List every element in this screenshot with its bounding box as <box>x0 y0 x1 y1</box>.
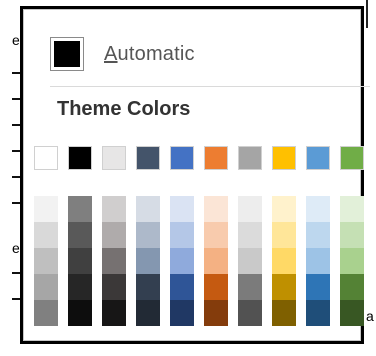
theme-color-shade-blue-gray-5[interactable] <box>136 300 160 326</box>
theme-color-shade-gold-4[interactable] <box>272 274 296 300</box>
theme-color-shade-black-5[interactable] <box>68 300 92 326</box>
theme-color-shade-blue-gray-2[interactable] <box>136 222 160 248</box>
automatic-label: Automatic <box>104 43 195 66</box>
theme-color-shade-green-5[interactable] <box>340 300 364 326</box>
theme-color-shade-light-blue-2[interactable] <box>306 222 330 248</box>
ruler-tick <box>12 202 20 204</box>
popup-panel: Automatic Theme Colors <box>23 9 370 341</box>
theme-color-shade-green-1[interactable] <box>340 196 364 222</box>
theme-color-shade-green-4[interactable] <box>340 274 364 300</box>
theme-color-shade-white-4[interactable] <box>34 274 58 300</box>
theme-color-shade-gray-5[interactable] <box>238 300 262 326</box>
theme-color-shade-column-orange <box>204 196 228 326</box>
ruler-tick <box>12 150 20 152</box>
theme-color-shade-orange-5[interactable] <box>204 300 228 326</box>
automatic-label-rest: utomatic <box>117 42 195 65</box>
theme-color-shade-blue-gray-1[interactable] <box>136 196 160 222</box>
theme-color-shade-blue-1[interactable] <box>170 196 194 222</box>
theme-color-shade-light-gray-3[interactable] <box>102 248 126 274</box>
theme-color-shade-gray-1[interactable] <box>238 196 262 222</box>
ruler-tick <box>12 176 20 178</box>
theme-color-shade-light-gray-2[interactable] <box>102 222 126 248</box>
theme-colors-heading: Theme Colors <box>57 98 191 120</box>
theme-color-swatch-orange[interactable] <box>204 146 228 170</box>
theme-color-shade-light-blue-4[interactable] <box>306 274 330 300</box>
theme-color-shade-column-gold <box>272 196 296 326</box>
theme-color-shade-light-gray-5[interactable] <box>102 300 126 326</box>
theme-color-shade-white-2[interactable] <box>34 222 58 248</box>
theme-color-shade-column-green <box>340 196 364 326</box>
automatic-color-option[interactable]: Automatic <box>50 32 350 76</box>
theme-color-shade-column-black <box>68 196 92 326</box>
theme-color-shade-light-blue-3[interactable] <box>306 248 330 274</box>
automatic-color-swatch[interactable] <box>50 37 84 71</box>
theme-color-swatch-light-blue[interactable] <box>306 146 330 170</box>
document-background-left <box>0 0 20 356</box>
theme-color-shade-orange-1[interactable] <box>204 196 228 222</box>
theme-color-swatch-blue[interactable] <box>170 146 194 170</box>
theme-color-shade-gray-3[interactable] <box>238 248 262 274</box>
theme-color-shade-white-5[interactable] <box>34 300 58 326</box>
theme-color-shade-blue-gray-3[interactable] <box>136 248 160 274</box>
theme-color-shade-column-blue <box>170 196 194 326</box>
theme-color-shade-black-1[interactable] <box>68 196 92 222</box>
theme-color-shade-light-gray-1[interactable] <box>102 196 126 222</box>
menu-divider <box>50 86 370 87</box>
theme-color-shade-green-2[interactable] <box>340 222 364 248</box>
ruler-tick <box>12 272 20 274</box>
theme-color-swatch-light-gray[interactable] <box>102 146 126 170</box>
theme-color-shade-gold-5[interactable] <box>272 300 296 326</box>
theme-color-swatch-blue-gray[interactable] <box>136 146 160 170</box>
theme-color-shade-white-1[interactable] <box>34 196 58 222</box>
theme-color-shade-column-gray <box>238 196 262 326</box>
theme-color-shade-gray-4[interactable] <box>238 274 262 300</box>
ruler-tick <box>12 124 20 126</box>
theme-color-shade-column-blue-gray <box>136 196 160 326</box>
theme-color-shade-gold-2[interactable] <box>272 222 296 248</box>
theme-color-shade-gold-1[interactable] <box>272 196 296 222</box>
theme-color-shade-gray-2[interactable] <box>238 222 262 248</box>
ruler-tick <box>12 98 20 100</box>
theme-color-shade-blue-gray-4[interactable] <box>136 274 160 300</box>
background-divider <box>366 0 368 28</box>
ruler-tick <box>12 72 20 74</box>
theme-color-shade-black-4[interactable] <box>68 274 92 300</box>
theme-color-swatch-gray[interactable] <box>238 146 262 170</box>
theme-color-shade-black-3[interactable] <box>68 248 92 274</box>
theme-color-swatch-white[interactable] <box>34 146 58 170</box>
theme-color-shade-column-white <box>34 196 58 326</box>
theme-color-shade-blue-4[interactable] <box>170 274 194 300</box>
theme-color-swatch-green[interactable] <box>340 146 364 170</box>
theme-color-swatch-gold[interactable] <box>272 146 296 170</box>
background-text-char: e <box>12 32 20 48</box>
background-text-char: a <box>366 308 374 324</box>
theme-color-shade-orange-2[interactable] <box>204 222 228 248</box>
theme-color-shade-gold-3[interactable] <box>272 248 296 274</box>
automatic-label-accelerator: A <box>104 42 118 65</box>
theme-color-shade-orange-3[interactable] <box>204 248 228 274</box>
theme-color-shade-black-2[interactable] <box>68 222 92 248</box>
document-background-right <box>364 0 376 356</box>
background-text-char: e <box>12 240 20 256</box>
theme-color-shade-blue-3[interactable] <box>170 248 194 274</box>
theme-color-shade-light-blue-5[interactable] <box>306 300 330 326</box>
theme-color-shade-orange-4[interactable] <box>204 274 228 300</box>
ruler-tick <box>12 298 20 300</box>
theme-color-shade-light-blue-1[interactable] <box>306 196 330 222</box>
theme-color-shade-blue-2[interactable] <box>170 222 194 248</box>
theme-color-swatch-black[interactable] <box>68 146 92 170</box>
theme-color-shade-blue-5[interactable] <box>170 300 194 326</box>
automatic-color-fill <box>54 41 80 67</box>
theme-color-shade-column-light-blue <box>306 196 330 326</box>
theme-color-shade-light-gray-4[interactable] <box>102 274 126 300</box>
theme-color-shade-white-3[interactable] <box>34 248 58 274</box>
theme-color-shade-green-3[interactable] <box>340 248 364 274</box>
font-color-picker-popup: Automatic Theme Colors <box>20 6 370 344</box>
theme-color-shade-column-light-gray <box>102 196 126 326</box>
